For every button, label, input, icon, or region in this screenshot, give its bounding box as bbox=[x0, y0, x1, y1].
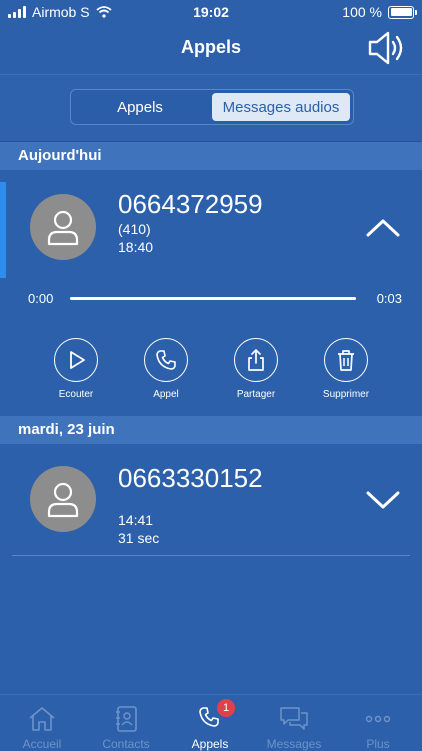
caller-number: 0663330152 bbox=[118, 463, 263, 493]
tab-calls[interactable]: 1 Appels bbox=[168, 695, 252, 751]
avatar bbox=[30, 194, 96, 260]
tab-messages[interactable]: Messages bbox=[252, 695, 336, 751]
contacts-icon bbox=[116, 706, 137, 732]
message-time: 18:40 bbox=[118, 239, 154, 255]
audio-progress: 0:00 0:03 bbox=[28, 288, 402, 308]
tab-home-label: Accueil bbox=[22, 737, 62, 751]
page-title: Appels bbox=[180, 37, 241, 57]
notification-badge: 1 bbox=[217, 699, 235, 717]
progress-track[interactable] bbox=[70, 297, 356, 300]
chevron-up-icon[interactable] bbox=[366, 218, 400, 238]
segment-calls[interactable]: Appels bbox=[71, 90, 209, 124]
share-label: Partager bbox=[236, 389, 276, 400]
share-icon bbox=[248, 349, 264, 371]
message-length: 31 sec bbox=[118, 530, 160, 546]
chat-icon bbox=[280, 707, 308, 730]
home-icon bbox=[29, 707, 55, 731]
delete-circle[interactable] bbox=[324, 338, 368, 382]
tab-more[interactable]: Plus bbox=[336, 695, 420, 751]
navigation-bar: Appels bbox=[0, 24, 422, 74]
caller-number: 0664372959 bbox=[118, 189, 263, 219]
segmented-control: Appels Messages audios bbox=[70, 89, 354, 125]
share-button[interactable]: Partager bbox=[216, 338, 296, 400]
battery-percent: 100 % bbox=[342, 4, 382, 20]
tab-bar: Accueil Contacts 1 Appels Messages Plus bbox=[0, 694, 422, 751]
tab-messages-label: Messages bbox=[266, 737, 322, 751]
avatar bbox=[30, 466, 96, 532]
battery-group: 100 % bbox=[342, 4, 417, 20]
person-icon bbox=[47, 482, 79, 518]
person-icon bbox=[47, 210, 79, 246]
section-header-today: Aujourd'hui bbox=[0, 142, 422, 170]
delete-button[interactable]: Supprimer bbox=[306, 338, 386, 400]
status-bar: Airmob S 19:02 100 % bbox=[0, 0, 422, 24]
trash-icon bbox=[338, 350, 354, 371]
listen-circle[interactable] bbox=[54, 338, 98, 382]
total-time: 0:03 bbox=[376, 291, 402, 306]
message-time: 14:41 bbox=[118, 512, 154, 528]
call-circle[interactable] bbox=[144, 338, 188, 382]
section-header-date: mardi, 23 juin bbox=[0, 416, 422, 444]
phone-icon bbox=[156, 350, 176, 370]
delete-label: Supprimer bbox=[322, 389, 370, 400]
play-icon bbox=[70, 351, 85, 369]
duration-code: (410) bbox=[118, 221, 151, 237]
tab-home[interactable]: Accueil bbox=[0, 695, 84, 751]
segment-voicemail[interactable]: Messages audios bbox=[212, 93, 350, 121]
call-label: Appel bbox=[153, 389, 179, 400]
tab-contacts[interactable]: Contacts bbox=[84, 695, 168, 751]
speaker-icon[interactable] bbox=[364, 28, 408, 68]
chevron-down-icon[interactable] bbox=[366, 490, 400, 510]
progress-fill bbox=[70, 297, 356, 300]
unread-indicator bbox=[0, 182, 6, 278]
segment-container: Appels Messages audios bbox=[0, 74, 422, 142]
listen-label: Ecouter bbox=[58, 389, 94, 400]
share-circle[interactable] bbox=[234, 338, 278, 382]
tab-calls-label: Appels bbox=[191, 737, 229, 751]
tab-more-label: Plus bbox=[366, 737, 390, 751]
row-divider bbox=[12, 555, 410, 556]
call-button[interactable]: Appel bbox=[126, 338, 206, 400]
more-icon bbox=[365, 715, 391, 723]
battery-icon bbox=[388, 5, 417, 19]
tab-contacts-label: Contacts bbox=[102, 737, 150, 751]
listen-button[interactable]: Ecouter bbox=[36, 338, 116, 400]
elapsed-time: 0:00 bbox=[28, 291, 54, 306]
